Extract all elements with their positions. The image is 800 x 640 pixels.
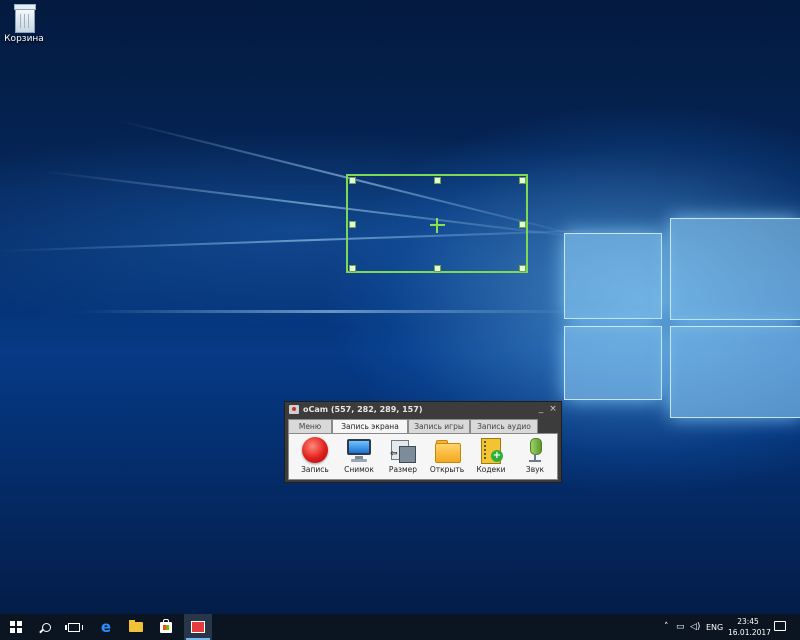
minimize-button[interactable]: _ bbox=[535, 402, 547, 418]
ocam-title: oCam (557, 282, 289, 157) bbox=[303, 405, 423, 414]
open-label: Открыть bbox=[429, 465, 465, 474]
taskbar: e ˄ ▭ ◁) ENG 23:45 16.01.2017 bbox=[0, 614, 800, 640]
network-icon: ▭ bbox=[676, 622, 685, 632]
record-icon bbox=[302, 437, 328, 463]
logo-pane bbox=[670, 326, 800, 418]
logo-pane bbox=[564, 326, 662, 400]
task-view-icon bbox=[65, 622, 83, 632]
sound-button[interactable]: Звук bbox=[513, 436, 557, 478]
network-button[interactable]: ▭ bbox=[676, 614, 685, 640]
sound-label: Звук bbox=[525, 465, 545, 474]
light-ray bbox=[80, 310, 580, 313]
ocam-titlebar[interactable]: oCam (557, 282, 289, 157) _ × bbox=[285, 402, 561, 418]
ocam-app-icon bbox=[289, 405, 299, 414]
codecs-label: Кодеки bbox=[476, 465, 506, 474]
tab-game-recording[interactable]: Запись игры bbox=[408, 419, 470, 433]
edge-button[interactable]: e bbox=[92, 614, 120, 640]
language-label: ENG bbox=[706, 622, 724, 632]
tray-chevron[interactable]: ˄ bbox=[664, 614, 669, 640]
clock-date: 16.01.2017 bbox=[728, 628, 771, 637]
screenshot-label: Снимок bbox=[344, 465, 374, 474]
ocam-icon bbox=[191, 621, 205, 633]
tab-menu[interactable]: Меню bbox=[288, 419, 332, 433]
search-icon bbox=[41, 622, 51, 632]
resize-handle-top-right[interactable] bbox=[519, 177, 526, 184]
size-label: Размер bbox=[388, 465, 418, 474]
clock[interactable]: 23:45 16.01.2017 bbox=[728, 616, 771, 638]
logo-pane bbox=[564, 233, 662, 319]
codecs-button[interactable]: + Кодеки bbox=[469, 436, 513, 478]
resize-icon: ⇦ bbox=[390, 437, 416, 463]
ocam-taskbar-button[interactable] bbox=[184, 614, 212, 640]
chevron-up-icon: ˄ bbox=[664, 622, 669, 632]
folder-icon bbox=[129, 620, 143, 632]
edge-icon: e bbox=[100, 617, 112, 636]
recycle-bin-label: Корзина bbox=[4, 34, 44, 44]
store-icon bbox=[160, 618, 172, 633]
ocam-toolbar: Запись Снимок ⇦ Размер Открыть + Кодеки … bbox=[288, 433, 558, 480]
folder-icon bbox=[434, 437, 461, 463]
monitor-icon bbox=[346, 437, 372, 463]
size-button[interactable]: ⇦ Размер bbox=[381, 436, 425, 478]
resize-handle-bottom-right[interactable] bbox=[519, 265, 526, 272]
volume-button[interactable]: ◁) bbox=[690, 614, 700, 640]
volume-icon: ◁) bbox=[690, 622, 701, 632]
ocam-window: oCam (557, 282, 289, 157) _ × Меню Запис… bbox=[284, 401, 562, 483]
search-button[interactable] bbox=[32, 614, 60, 640]
resize-handle-bottom-left[interactable] bbox=[349, 265, 356, 272]
record-button[interactable]: Запись bbox=[293, 436, 337, 478]
store-button[interactable] bbox=[152, 614, 180, 640]
task-view-button[interactable] bbox=[60, 614, 88, 640]
recycle-bin[interactable]: Корзина bbox=[4, 4, 44, 44]
screenshot-button[interactable]: Снимок bbox=[337, 436, 381, 478]
clock-time: 23:45 bbox=[737, 617, 759, 626]
record-label: Запись bbox=[301, 465, 329, 474]
move-crosshair-icon[interactable] bbox=[436, 218, 438, 233]
desktop-background: Корзина oCam (557, 282, 289, 157) _ × Ме… bbox=[0, 0, 800, 614]
recycle-bin-icon bbox=[12, 4, 36, 33]
start-button[interactable] bbox=[2, 614, 30, 640]
tab-audio-recording[interactable]: Запись аудио bbox=[470, 419, 538, 433]
file-explorer-button[interactable] bbox=[122, 614, 150, 640]
microphone-icon bbox=[522, 437, 548, 463]
language-indicator[interactable]: ENG bbox=[706, 614, 723, 640]
close-button[interactable]: × bbox=[547, 402, 559, 418]
resize-handle-top-left[interactable] bbox=[349, 177, 356, 184]
resize-handle-right[interactable] bbox=[519, 221, 526, 228]
windows-icon bbox=[10, 621, 22, 633]
resize-handle-top[interactable] bbox=[434, 177, 441, 184]
resize-handle-bottom[interactable] bbox=[434, 265, 441, 272]
tab-screen-recording[interactable]: Запись экрана bbox=[332, 419, 408, 434]
open-button[interactable]: Открыть bbox=[425, 436, 469, 478]
notification-center-icon[interactable] bbox=[774, 621, 786, 631]
logo-pane bbox=[670, 218, 800, 320]
codec-icon: + bbox=[478, 437, 504, 464]
resize-handle-left[interactable] bbox=[349, 221, 356, 228]
